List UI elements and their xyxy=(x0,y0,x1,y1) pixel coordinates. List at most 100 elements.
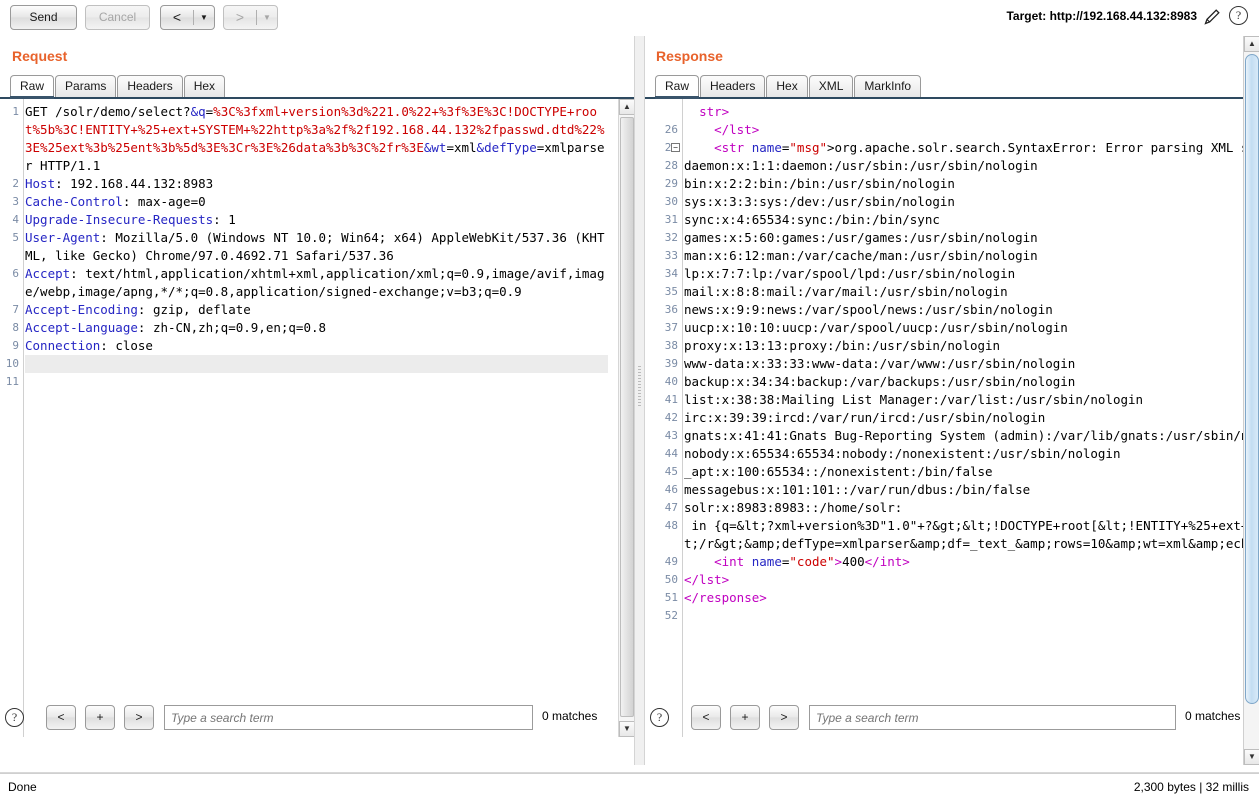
status-bar: Done 2,300 bytes | 32 millis xyxy=(0,773,1259,801)
request-search-help-icon[interactable]: ? xyxy=(5,708,24,727)
scroll-up-icon[interactable]: ▲ xyxy=(1244,36,1259,52)
request-line: GET /solr/demo/select?&q=%3C%3fxml+versi… xyxy=(25,104,605,173)
response-line-number: 40 xyxy=(664,375,678,388)
request-line xyxy=(25,373,608,391)
response-line: in {q=&lt;?xml+version%3D"1.0"+?&gt;&lt;… xyxy=(684,518,1259,551)
request-line-number: 9 xyxy=(12,339,19,352)
response-line-number: 47 xyxy=(664,501,678,514)
request-line-number: 5 xyxy=(12,231,19,244)
request-editor[interactable]: 1 2 3 4 5 6 7 8 9 10 11 GET /solr/demo/select?&q=%… xyxy=(0,97,634,737)
scrollbar-thumb[interactable] xyxy=(1245,54,1259,704)
response-line: lp:x:7:7:lp:/var/spool/lpd:/usr/sbin/nol… xyxy=(684,266,1016,281)
window-vertical-scrollbar[interactable]: ▲ ▼ xyxy=(1243,36,1259,765)
send-button[interactable]: Send xyxy=(10,5,77,30)
request-line: Cache-Control: max-age=0 xyxy=(25,194,206,209)
response-line: daemon:x:1:1:daemon:/usr/sbin:/usr/sbin/… xyxy=(684,158,1038,173)
code-fold-toggle-icon[interactable]: − xyxy=(671,143,680,152)
response-line-number: 31 xyxy=(664,213,678,226)
request-vertical-scrollbar[interactable]: ▲ ▼ xyxy=(618,99,634,737)
history-forward-button: > ▼ xyxy=(223,5,278,30)
response-tab-headers[interactable]: Headers xyxy=(700,75,766,97)
response-line: <int name="code">400</int> xyxy=(714,554,910,569)
history-back-button[interactable]: < ▼ xyxy=(160,5,215,30)
response-line-number: 44 xyxy=(664,447,678,460)
request-raw-text[interactable]: GET /solr/demo/select?&q=%3C%3fxml+versi… xyxy=(25,99,608,737)
response-line-number: 32 xyxy=(664,231,678,244)
response-tab-markinfo[interactable]: MarkInfo xyxy=(854,75,922,97)
response-line-number: 48 xyxy=(664,519,678,532)
response-pane: Response RawHeadersHexXMLMarkInfo 2627−2… xyxy=(645,36,1259,765)
request-tab-hex[interactable]: Hex xyxy=(183,75,226,97)
response-line: </lst> xyxy=(684,572,730,587)
burp-repeater-window: Send Cancel < ▼ > ▼ Target: http://192.1… xyxy=(0,0,1259,801)
response-line: </response> xyxy=(684,590,767,605)
request-tab-headers[interactable]: Headers xyxy=(117,75,183,97)
request-line-number xyxy=(0,121,23,139)
response-line xyxy=(684,607,1259,625)
request-line xyxy=(25,355,608,373)
response-match-count: 0 matches xyxy=(1185,709,1241,723)
response-line: bin:x:2:2:bin:/bin:/usr/sbin/nologin xyxy=(684,176,955,191)
response-line: gnats:x:41:41:Gnats Bug-Reporting System… xyxy=(684,428,1259,443)
response-search-prev-button[interactable]: < xyxy=(691,705,721,730)
response-line: str> xyxy=(699,104,730,119)
request-line: Accept: text/html,application/xhtml+xml,… xyxy=(25,266,605,299)
response-search-add-button[interactable]: + xyxy=(730,705,760,730)
pane-splitter[interactable] xyxy=(634,36,645,765)
request-search-prev-button[interactable]: < xyxy=(46,705,76,730)
response-line: sync:x:4:65534:sync:/bin:/bin/sync xyxy=(684,212,940,227)
response-line-number: 37 xyxy=(664,321,678,334)
request-line-number xyxy=(0,157,23,175)
response-line: games:x:5:60:games:/usr/games:/usr/sbin/… xyxy=(684,230,1038,245)
response-search-help-icon[interactable]: ? xyxy=(650,708,669,727)
scroll-up-icon[interactable]: ▲ xyxy=(619,99,634,115)
response-tab-hex[interactable]: Hex xyxy=(766,75,808,97)
chevron-down-icon[interactable]: ▼ xyxy=(194,6,214,29)
response-line: sys:x:3:3:sys:/dev:/usr/sbin/nologin xyxy=(684,194,955,209)
request-search-add-button[interactable]: + xyxy=(85,705,115,730)
response-line: </lst> xyxy=(714,122,760,137)
response-line: nobody:x:65534:65534:nobody:/nonexistent… xyxy=(684,446,1121,461)
response-line: backup:x:34:34:backup:/var/backups:/usr/… xyxy=(684,374,1076,389)
response-search-next-button[interactable]: > xyxy=(769,705,799,730)
scrollbar-thumb[interactable] xyxy=(620,117,634,717)
edit-target-pencil-icon[interactable] xyxy=(1201,6,1223,28)
response-line-number: 43 xyxy=(664,429,678,442)
top-toolbar: Send Cancel < ▼ > ▼ Target: http://192.1… xyxy=(0,0,1259,36)
cancel-button: Cancel xyxy=(85,5,150,30)
request-tab-params[interactable]: Params xyxy=(55,75,117,97)
scroll-down-icon[interactable]: ▼ xyxy=(1244,749,1259,765)
request-line-number xyxy=(0,247,23,265)
request-line-number: 4 xyxy=(12,213,19,226)
request-title: Request xyxy=(12,48,68,64)
response-line-number: 39 xyxy=(664,357,678,370)
request-search-next-button[interactable]: > xyxy=(124,705,154,730)
response-tab-raw[interactable]: Raw xyxy=(655,75,700,99)
request-line: User-Agent: Mozilla/5.0 (Windows NT 10.0… xyxy=(25,230,605,263)
request-line-number: 2 xyxy=(12,177,19,190)
request-line: Host: 192.168.44.132:8983 xyxy=(25,176,214,191)
response-line-number: 41 xyxy=(664,393,678,406)
response-line: news:x:9:9:news:/var/spool/news:/usr/sbi… xyxy=(684,302,1053,317)
request-line: Accept-Language: zh-CN,zh;q=0.9,en;q=0.8 xyxy=(25,320,327,335)
response-editor[interactable]: 26 27− 28 29 30 31 32 33 34 35 36 37 38 39 40 41 42 43 44 4… xyxy=(645,97,1259,737)
response-line: mail:x:8:8:mail:/var/mail:/usr/sbin/nolo… xyxy=(684,284,1008,299)
response-raw-text[interactable]: str> </lst> <str name="msg">org.apache.s… xyxy=(684,99,1259,737)
help-icon[interactable]: ? xyxy=(1229,6,1251,28)
response-line: <str name="msg">org.apache.solr.search.S… xyxy=(714,140,1259,155)
request-tab-raw[interactable]: Raw xyxy=(10,75,55,99)
response-tab-xml[interactable]: XML xyxy=(808,75,854,97)
request-line-number: 7 xyxy=(12,303,19,316)
status-text: Done xyxy=(8,780,37,794)
response-line-number: 35 xyxy=(664,285,678,298)
response-line-number: 49 xyxy=(664,555,678,568)
request-search-input[interactable] xyxy=(164,705,533,730)
request-line-number: 8 xyxy=(12,321,19,334)
request-line-number: 6 xyxy=(12,267,19,280)
response-search-input[interactable] xyxy=(809,705,1176,730)
response-line-number: 30 xyxy=(664,195,678,208)
response-line: proxy:x:13:13:proxy:/bin:/usr/sbin/nolog… xyxy=(684,338,1001,353)
request-line: Connection: close xyxy=(25,338,153,353)
request-line-number: 11 xyxy=(5,375,19,388)
response-line-number xyxy=(645,103,682,121)
